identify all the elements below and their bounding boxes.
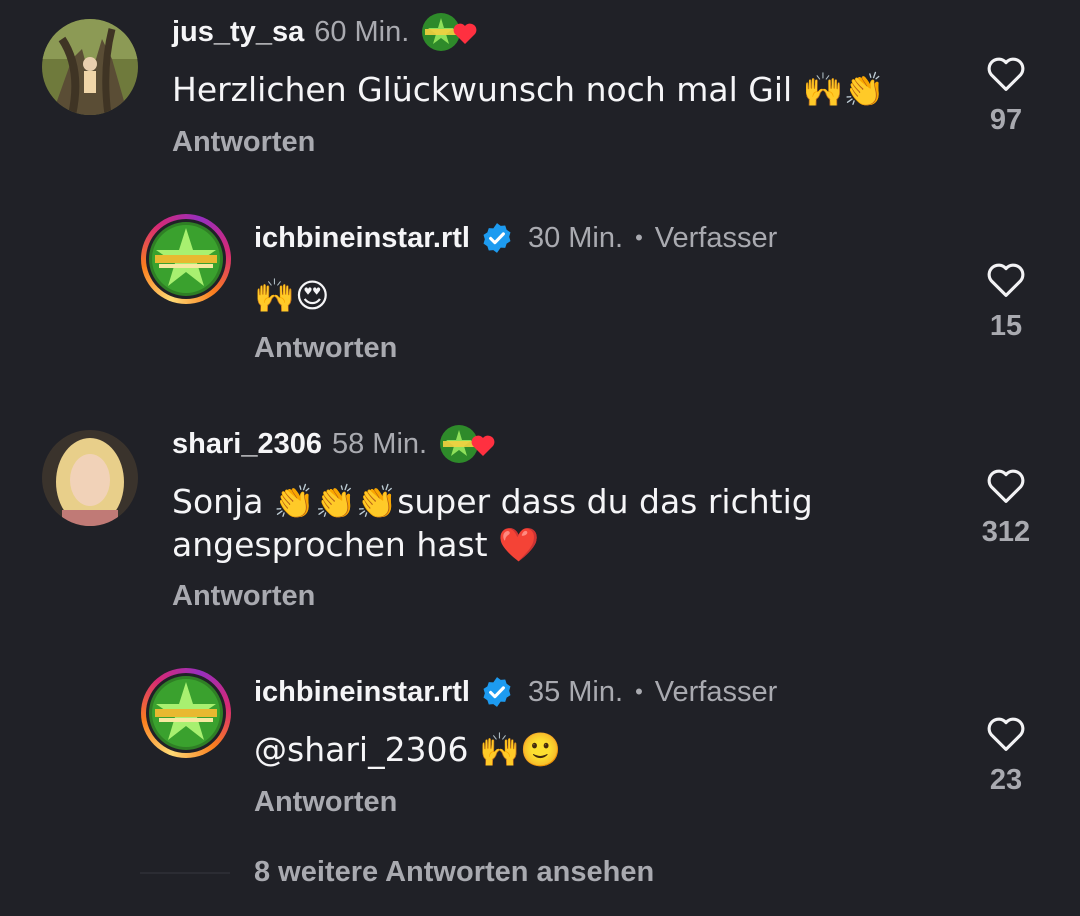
like-count: 15 (989, 310, 1023, 342)
timestamp: 30 Min. (527, 221, 624, 254)
verified-badge-icon (483, 677, 511, 707)
like-button[interactable]: 15 (966, 260, 1046, 343)
like-button[interactable]: 23 (966, 714, 1046, 797)
like-count: 23 (989, 764, 1023, 796)
comment-header: jus_ty_sa 60 Min. (172, 12, 479, 52)
comment-header: shari_2306 58 Min. (172, 424, 497, 464)
comments-thread: jus_ty_sa 60 Min. Herzlichen Glückwunsch… (0, 0, 1080, 916)
comment-header: ichbineinstar.rtl 35 Min. • Verfasser (254, 672, 777, 712)
heart-icon[interactable] (985, 54, 1027, 92)
timestamp: 35 Min. (527, 675, 624, 708)
comment-text: @shari_2306 🙌🙂 (254, 730, 562, 769)
creator-liked-icon (421, 11, 479, 53)
heart-icon[interactable] (985, 466, 1027, 504)
like-count: 97 (989, 104, 1023, 136)
timestamp: 58 Min. (331, 427, 428, 460)
comment-text: Sonja 👏👏👏super dass du das richtig anges… (172, 482, 813, 564)
comment-header: ichbineinstar.rtl 30 Min. • Verfasser (254, 218, 777, 258)
like-button[interactable]: 97 (966, 54, 1046, 137)
view-more-replies-label[interactable]: 8 weitere Antworten ansehen (254, 856, 654, 889)
show-logo-icon (149, 676, 223, 750)
avatar-ichbineinstar[interactable] (141, 668, 231, 758)
separator-dot: • (635, 679, 643, 704)
author-label: Verfasser (654, 675, 778, 708)
avatar-shari_2306[interactable] (42, 430, 138, 526)
view-more-replies-button[interactable]: 8 weitere Antworten ansehen (140, 856, 654, 889)
comment-text: 🙌😍 (254, 276, 330, 315)
username[interactable]: shari_2306 (172, 428, 322, 461)
divider-line (140, 871, 230, 874)
reply-button[interactable]: Antworten (172, 126, 315, 159)
like-count: 312 (981, 516, 1031, 548)
verified-badge-icon (483, 223, 511, 253)
reply-button[interactable]: Antworten (172, 580, 315, 613)
username[interactable]: jus_ty_sa (172, 16, 304, 49)
like-button[interactable]: 312 (966, 466, 1046, 549)
show-logo-icon (149, 222, 223, 296)
reply-button[interactable]: Antworten (254, 786, 397, 819)
username[interactable]: ichbineinstar.rtl (254, 676, 470, 709)
avatar-jus_ty_sa[interactable] (42, 19, 138, 115)
username[interactable]: ichbineinstar.rtl (254, 222, 470, 255)
comment-text: Herzlichen Glückwunsch noch mal Gil 🙌👏 (172, 70, 885, 109)
heart-icon[interactable] (985, 714, 1027, 752)
separator-dot: • (635, 225, 643, 250)
author-label: Verfasser (654, 221, 778, 254)
timestamp: 60 Min. (314, 15, 410, 48)
heart-icon[interactable] (985, 260, 1027, 298)
avatar-ichbineinstar[interactable] (141, 214, 231, 304)
creator-liked-icon (439, 423, 497, 465)
reply-button[interactable]: Antworten (254, 332, 397, 365)
